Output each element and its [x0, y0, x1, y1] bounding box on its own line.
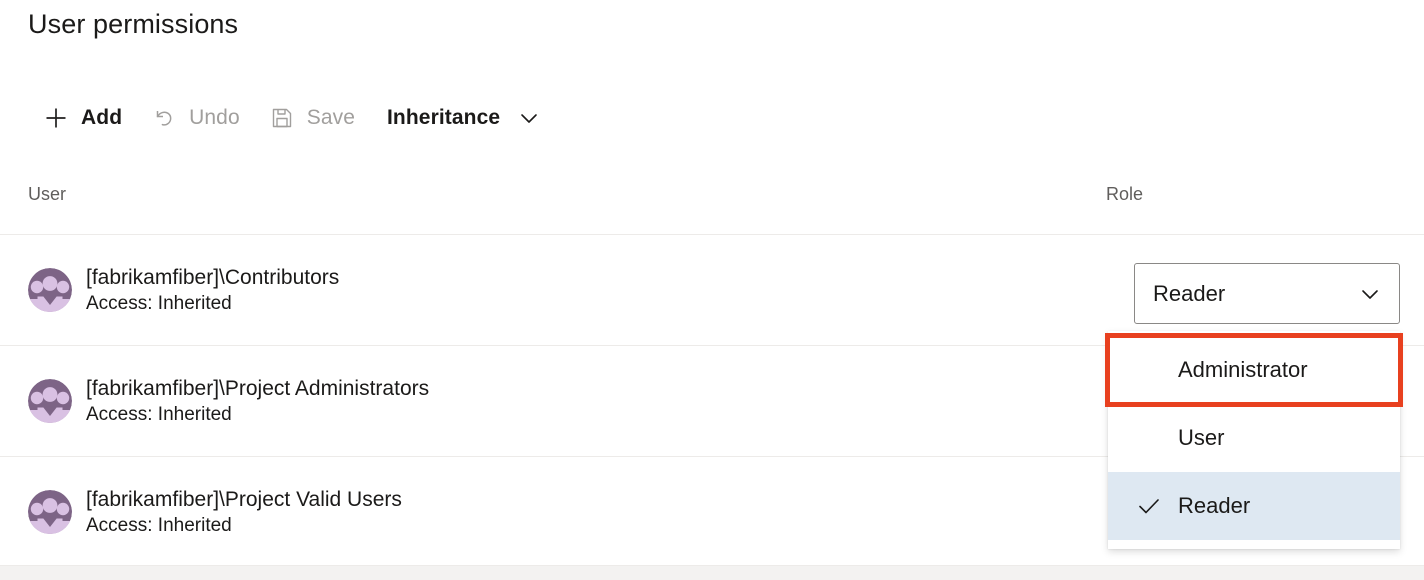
column-header-user: User — [28, 184, 67, 204]
identity-text: [fabrikamfiber]\Project Administrators A… — [86, 375, 429, 428]
add-button-label: Add — [81, 106, 123, 129]
undo-icon — [150, 104, 178, 132]
identity-name: [fabrikamfiber]\Project Administrators — [86, 376, 430, 400]
checkmark-icon — [1120, 493, 1178, 519]
identity-cell: [fabrikamfiber]\Contributors Access: Inh… — [0, 264, 339, 317]
role-dropdown-value: Reader — [1153, 280, 1226, 306]
role-option-administrator[interactable]: Administrator — [1105, 333, 1403, 407]
identity-text: [fabrikamfiber]\Contributors Access: Inh… — [86, 264, 339, 317]
identity-text: [fabrikamfiber]\Project Valid Users Acce… — [86, 486, 402, 539]
undo-button[interactable]: Undo — [136, 92, 254, 144]
plus-icon — [42, 104, 70, 132]
identity-cell: [fabrikamfiber]\Project Administrators A… — [0, 375, 429, 428]
column-header-role: Role — [1106, 184, 1144, 204]
page-bottom-area — [0, 566, 1424, 580]
role-option-label: Reader — [1178, 493, 1251, 518]
role-option-label: Administrator — [1178, 357, 1308, 382]
command-bar: Add Undo Save Inheritance — [28, 92, 556, 144]
undo-button-label: Undo — [189, 106, 240, 129]
identity-access: Access: Inherited — [86, 514, 232, 536]
role-option-user[interactable]: User — [1108, 404, 1400, 472]
inheritance-button[interactable]: Inheritance — [369, 92, 556, 144]
role-dropdown-combobox[interactable]: Reader — [1134, 263, 1400, 324]
group-avatar-icon — [28, 490, 72, 534]
save-button-label: Save — [306, 106, 355, 129]
group-avatar-icon — [28, 379, 72, 423]
identity-name: [fabrikamfiber]\Contributors — [86, 265, 340, 289]
role-dropdown-menu: Administrator User Reader — [1105, 331, 1403, 549]
save-icon — [268, 104, 296, 132]
chevron-down-icon — [516, 105, 542, 131]
identity-access: Access: Inherited — [86, 403, 232, 425]
role-option-reader[interactable]: Reader — [1108, 472, 1400, 540]
role-option-label: User — [1178, 425, 1225, 450]
group-avatar-icon — [28, 268, 72, 312]
chevron-down-icon — [1357, 281, 1383, 307]
identity-cell: [fabrikamfiber]\Project Valid Users Acce… — [0, 486, 402, 539]
save-button[interactable]: Save — [254, 92, 369, 144]
identity-access: Access: Inherited — [86, 292, 232, 314]
identity-name: [fabrikamfiber]\Project Valid Users — [86, 487, 402, 511]
page-title: User permissions — [28, 9, 239, 39]
table-header-row: User Role — [0, 172, 1424, 235]
add-button[interactable]: Add — [28, 92, 136, 144]
inheritance-button-label: Inheritance — [387, 106, 501, 129]
